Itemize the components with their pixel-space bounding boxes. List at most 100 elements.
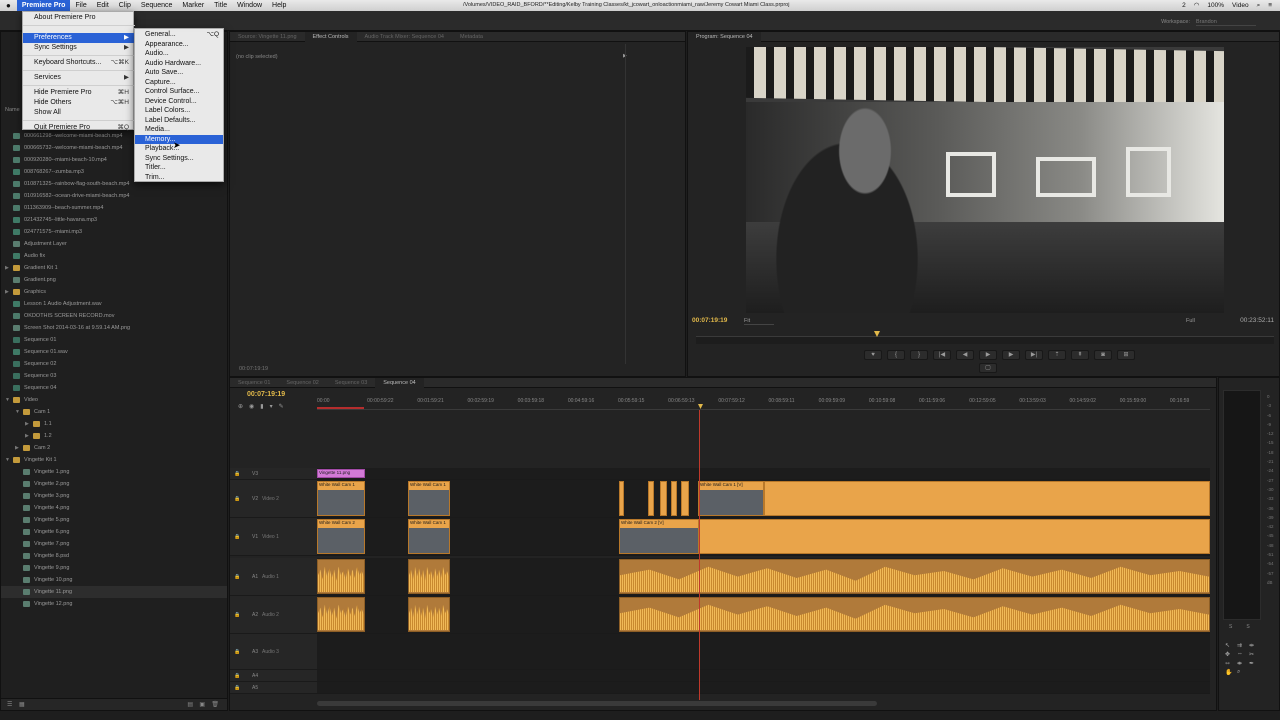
project-item[interactable]: Sequence 01 xyxy=(1,334,227,346)
pref-menu-item-auto-save[interactable]: Auto Save... xyxy=(135,68,223,78)
step-back-button[interactable]: ◀ xyxy=(956,350,974,360)
project-item[interactable]: Vingette 9.png xyxy=(1,562,227,574)
clip-cam1[interactable]: White Wall Cam 1 xyxy=(317,481,365,516)
hand-tool-icon[interactable]: ✋ xyxy=(1225,669,1235,676)
play-button[interactable]: ▶ xyxy=(979,350,997,360)
project-bin[interactable]: ▶ 1.1 xyxy=(1,418,227,430)
project-item[interactable]: Sequence 04 xyxy=(1,382,227,394)
project-item[interactable]: Vingette 11.png xyxy=(1,586,227,598)
extract-button[interactable]: ⇞ xyxy=(1071,350,1089,360)
program-scrubber[interactable] xyxy=(696,331,1274,344)
project-item[interactable]: Vingette 10.png xyxy=(1,574,227,586)
timeline-timecode[interactable]: 00:07:19:19 xyxy=(247,391,285,398)
app-menu-item-about-premiere-pro[interactable]: About Premiere Pro xyxy=(23,13,135,23)
ruler-playhead[interactable] xyxy=(698,404,703,409)
pref-menu-item-appearance[interactable]: Appearance... xyxy=(135,40,223,50)
project-item[interactable]: 021432745--little-havana.mp3 xyxy=(1,214,227,226)
app-menu-item-preferences[interactable]: Preferences ▶ xyxy=(23,33,135,43)
time-ruler[interactable]: 00:00 00:00:59:22 00:01:59:21 00:02:59:19 00… xyxy=(317,396,1210,410)
linked-icon[interactable]: ◉ xyxy=(249,403,254,410)
list-icon[interactable]: ≡ xyxy=(1268,0,1272,11)
project-item[interactable]: OKDOTHIS SCREEN RECORD.mov xyxy=(1,310,227,322)
search-icon[interactable]: ⌕ xyxy=(1257,0,1261,11)
ripple-edit-tool-icon[interactable]: ⇹ xyxy=(1249,642,1259,649)
apple-icon[interactable]: ● xyxy=(0,0,17,11)
audio-clip[interactable] xyxy=(408,597,450,632)
work-area-bar[interactable] xyxy=(317,407,364,409)
clip-cam2b[interactable]: White Wall Cam 2 [V] xyxy=(619,519,699,554)
project-item[interactable]: Sequence 01.wav xyxy=(1,346,227,358)
lock-icon[interactable]: 🔒 xyxy=(234,574,240,580)
tab-sequence-02[interactable]: Sequence 02 xyxy=(278,378,326,388)
add-marker-icon[interactable]: ▮ xyxy=(260,403,263,410)
track-label-v3[interactable]: V3 xyxy=(252,471,258,477)
project-item[interactable]: Vingette 7.png xyxy=(1,538,227,550)
slip-tool-icon[interactable]: ⇿ xyxy=(1225,660,1235,667)
project-bin[interactable]: ▶ 1.2 xyxy=(1,430,227,442)
clip-segment[interactable] xyxy=(648,481,654,516)
project-bin[interactable]: ▶ Graphics xyxy=(1,286,227,298)
clip-segment[interactable] xyxy=(660,481,667,516)
project-item[interactable]: 011363909--beach-summer.mp4 xyxy=(1,202,227,214)
program-video-frame[interactable] xyxy=(746,47,1224,313)
pen-tool-icon[interactable]: ✒ xyxy=(1249,660,1259,667)
list-view-icon[interactable]: ☰ xyxy=(7,701,12,708)
tab-audio-mixer[interactable]: Audio Track Mixer: Sequence 04 xyxy=(357,32,453,42)
track-area-a4[interactable] xyxy=(317,670,1210,681)
project-bin[interactable]: ▶ Cam 2 xyxy=(1,442,227,454)
project-item[interactable]: Screen Shot 2014-03-16 at 9.59.14 AM.png xyxy=(1,322,227,334)
audio-clip[interactable] xyxy=(317,559,365,594)
project-item[interactable]: Vingette 2.png xyxy=(1,478,227,490)
menu-help[interactable]: Help xyxy=(267,0,291,11)
snap-icon[interactable]: ⊕ xyxy=(238,403,243,410)
zoom-tool-icon[interactable]: ⌕ xyxy=(1237,669,1247,676)
track-label-v1[interactable]: V1 xyxy=(252,534,258,540)
go-to-out-button[interactable]: ▶| xyxy=(1025,350,1043,360)
track-label-a1[interactable]: A1 xyxy=(252,574,258,580)
disclosure-triangle-icon[interactable]: ▶ xyxy=(15,445,21,451)
tab-effect-controls[interactable]: Effect Controls xyxy=(304,31,357,42)
selection-tool-icon[interactable]: ↖ xyxy=(1225,642,1235,649)
pref-menu-item-label-defaults[interactable]: Label Defaults... xyxy=(135,116,223,126)
clip-long-v1[interactable] xyxy=(699,519,1210,554)
disclosure-triangle-icon[interactable]: ▶ xyxy=(5,265,11,271)
pref-menu-item-sync-settings[interactable]: Sync Settings... xyxy=(135,154,223,164)
track-label-a4[interactable]: A4 xyxy=(252,673,258,679)
project-item[interactable]: 024771575--miami.mp3 xyxy=(1,226,227,238)
clip-long-v2[interactable] xyxy=(764,481,1210,516)
pref-menu-item-media[interactable]: Media... xyxy=(135,125,223,135)
app-menu-item-hide-others[interactable]: Hide Others ⌥⌘H xyxy=(23,98,135,108)
pref-menu-item-audio-hardware[interactable]: Audio Hardware... xyxy=(135,59,223,69)
app-menu-item-hide-premiere-pro[interactable]: Hide Premiere Pro ⌘H xyxy=(23,88,135,98)
new-item-icon[interactable]: ▣ xyxy=(199,701,205,708)
lock-icon[interactable]: 🔒 xyxy=(234,673,240,679)
disclosure-triangle-icon[interactable]: ▼ xyxy=(5,457,11,463)
app-menu-item-keyboard-shortcuts[interactable]: Keyboard Shortcuts... ⌥⌘K xyxy=(23,58,135,68)
tab-source[interactable]: Source: Vingette 11.png xyxy=(230,32,305,42)
clip-segment[interactable] xyxy=(681,481,689,516)
project-item[interactable]: Lesson 1 Audio Adjustment.wav xyxy=(1,298,227,310)
track-area-v1[interactable]: White Wall Cam 2 White Wall Cam 1 White … xyxy=(317,518,1210,555)
audio-clip[interactable] xyxy=(619,559,1210,594)
app-menu-item-services[interactable]: Services ▶ xyxy=(23,73,135,83)
lock-icon[interactable]: 🔒 xyxy=(234,496,240,502)
workspace-value[interactable]: Brandon xyxy=(1196,19,1256,26)
project-item[interactable]: Vingette 8.psd xyxy=(1,550,227,562)
audio-clip[interactable] xyxy=(317,597,365,632)
menu-edit[interactable]: Edit xyxy=(92,0,114,11)
project-bin[interactable]: ▼ Cam 1 xyxy=(1,406,227,418)
tab-sequence-01[interactable]: Sequence 01 xyxy=(230,378,278,388)
settings-wrench-icon[interactable]: ✎ xyxy=(279,403,284,410)
track-area-a2[interactable] xyxy=(317,596,1210,633)
project-item[interactable]: Vingette 5.png xyxy=(1,514,227,526)
mark-out-button[interactable]: } xyxy=(910,350,928,360)
clip-cam1b[interactable]: White Wall Cam 1 [V] xyxy=(698,481,764,516)
slide-tool-icon[interactable]: ⇼ xyxy=(1237,660,1247,667)
track-label-a2[interactable]: A2 xyxy=(252,612,258,618)
lock-icon[interactable]: 🔒 xyxy=(234,612,240,618)
lock-icon[interactable]: 🔒 xyxy=(234,471,240,477)
clip-vingette[interactable]: Vingette 11.png xyxy=(317,469,365,478)
step-forward-button[interactable]: ▶ xyxy=(1002,350,1020,360)
add-marker-button[interactable]: ♥ xyxy=(864,350,882,360)
audio-clip[interactable] xyxy=(408,559,450,594)
